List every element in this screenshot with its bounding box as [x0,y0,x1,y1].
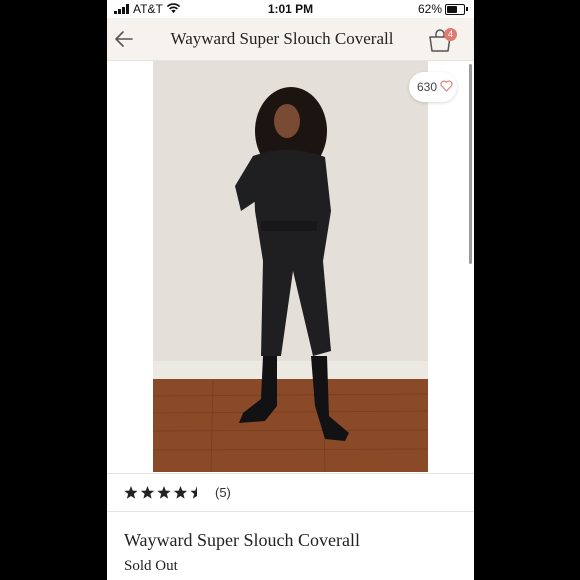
star-icon [190,485,197,499]
divider [107,511,474,512]
like-button[interactable]: 630 [409,72,457,102]
status-bar: AT&T 1:01 PM 62% [107,0,474,18]
cart-count-badge: 4 [444,28,457,41]
star-icon [157,485,171,499]
nav-title: Wayward Super Slouch Coverall [170,29,394,48]
app-screen: AT&T 1:01 PM 62% Wayward Super Slouch Co… [107,0,474,580]
heart-icon [440,80,453,92]
star-icon [173,485,188,499]
back-arrow-icon[interactable] [113,29,135,49]
like-count: 630 [417,80,438,94]
star-icon [140,485,155,499]
star-icon [124,485,138,499]
review-count: (5) [215,485,231,500]
product-photo[interactable] [153,61,428,472]
scrollbar[interactable] [469,64,472,264]
model-photo-image [153,61,428,472]
nav-bar: Wayward Super Slouch Coverall 4 [107,18,474,61]
rating-stars [124,485,197,499]
rating-row[interactable]: (5) [124,484,231,502]
product-title: Wayward Super Slouch Coverall [124,530,360,550]
divider [107,473,474,474]
battery-icon [445,4,468,15]
availability-status: Sold Out [124,558,178,574]
battery-percent: 62% [418,2,443,16]
